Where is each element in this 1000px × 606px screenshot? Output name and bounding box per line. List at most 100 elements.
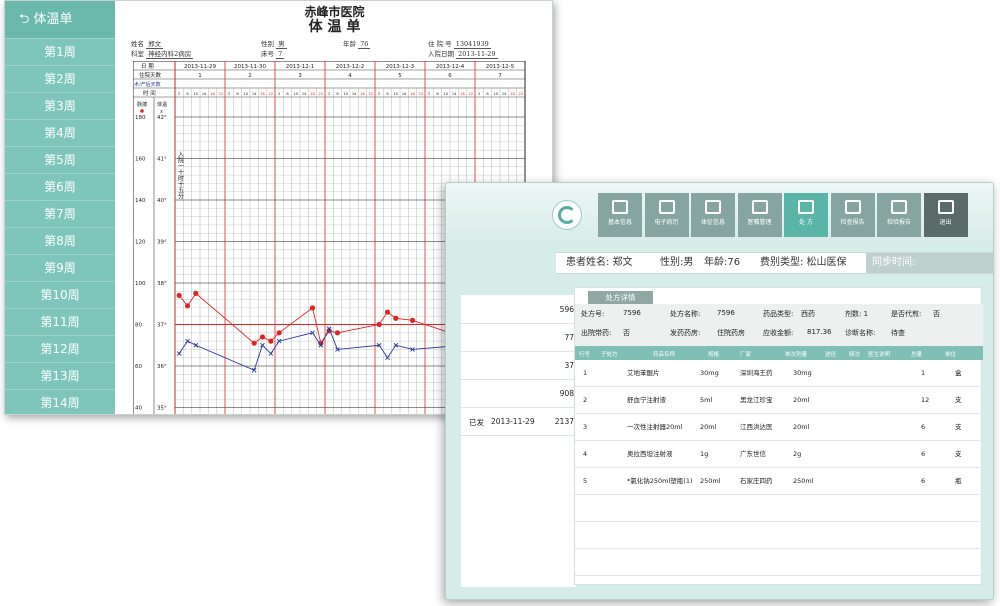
table-row[interactable]: 4 奥拉西坦注射液 1g 广东世信 2g 6 支	[575, 441, 983, 468]
time-slot-label: 18	[310, 92, 315, 96]
day-label: 4	[348, 73, 352, 79]
table-row[interactable]: 2 舒血宁注射液 5ml 黑龙江珍宝 20ml 12 支	[575, 387, 983, 414]
back-arrow-icon: ⮌	[19, 12, 34, 27]
cell-name: 舒血宁注射液	[627, 396, 666, 404]
week-item[interactable]: 第4周	[5, 120, 115, 147]
prescription-info: 处方号: 7596 处方名称: 7596 药品类型: 西药 剂数: 1 是否代煎…	[575, 304, 983, 346]
temp-tick: 42°	[157, 115, 167, 121]
time-slot-label: 14	[452, 92, 457, 96]
column-header: 子处方	[601, 352, 618, 358]
time-slot-label: 6	[436, 92, 439, 96]
day-label: 3	[298, 73, 302, 79]
toolbar-label: 处 方	[799, 219, 813, 226]
patient-sex: 性别 男	[261, 40, 287, 49]
toolbar-label: 电子病历	[654, 219, 679, 226]
back-button[interactable]: ⮌ 体温单	[5, 1, 115, 39]
cell-maker: 石家庄四药	[740, 477, 773, 485]
cell-spec: 1g	[700, 450, 709, 458]
time-slot-label: 18	[510, 92, 515, 96]
time-slot-label: 18	[410, 92, 415, 96]
pulse-tick: 180	[135, 115, 146, 121]
toolbar-button[interactable]: 医嘱管理	[737, 193, 782, 237]
list-item[interactable]: 37	[461, 351, 576, 380]
pulse-point	[384, 309, 391, 315]
time-slot-label: 2	[278, 92, 280, 96]
week-item[interactable]: 第12周	[5, 336, 115, 363]
week-item[interactable]: 第3周	[5, 93, 115, 120]
patient-bed: 床号 7	[261, 50, 285, 59]
time-slot-label: 22	[419, 92, 424, 96]
date-label: 2013-12-3	[386, 64, 415, 70]
time-slot-label: 10	[194, 92, 199, 96]
time-slot-label: 18	[460, 92, 465, 96]
row-label: 住院天数	[139, 71, 162, 79]
toolbar-button[interactable]: 基本信息	[598, 193, 642, 237]
cell-dose: 30mg	[793, 369, 812, 377]
toolbar-button[interactable]: 检验报告	[877, 193, 921, 237]
tab-prescription-detail[interactable]: 处方详情	[588, 291, 653, 307]
table-row[interactable]: 5 *氯化钠250ml塑瓶(1) 250ml 石家庄四药 250ml 6 瓶	[575, 468, 983, 495]
week-item[interactable]: 第6周	[5, 174, 115, 201]
time-slot-label: 22	[369, 92, 374, 96]
toolbar-button[interactable]: 体征信息	[691, 193, 735, 237]
sliders-icon	[705, 200, 721, 214]
row-label: 体温	[157, 101, 167, 108]
list-item[interactable]: 908	[461, 379, 576, 408]
prescription-list: 596 77 37 908 已发 2013-11-29 2137	[461, 295, 576, 587]
column-header: 医生说明	[868, 352, 891, 358]
list-item[interactable]: 77	[461, 323, 576, 352]
rx-name-label: 处方名称:	[670, 310, 701, 318]
pulse-tick: 160	[135, 157, 146, 163]
list-item[interactable]: 596	[461, 295, 576, 324]
cell-no: 1	[583, 369, 588, 377]
toolbar-button[interactable]: 处 方	[784, 193, 828, 237]
date-label: 2013-12-4	[436, 64, 465, 70]
discharge-value: 否	[623, 329, 630, 337]
week-item[interactable]: 第10周	[5, 282, 115, 309]
time-slot-label: 22	[319, 92, 324, 96]
table-row[interactable]: 3 一次性注射器20ml 20ml 江西洪达医 20ml 6 支	[575, 414, 983, 441]
time-slot-label: 10	[494, 92, 499, 96]
toolbar: 基本信息 电子病历 体征信息 医嘱管理 处 方 检查报告 检验报告 退出	[446, 183, 993, 241]
week-item[interactable]: 第1周	[5, 39, 115, 66]
week-item[interactable]: 第14周	[5, 390, 115, 414]
cell-name: 艾地苯醌片	[627, 369, 660, 377]
amount-label: 应收金额:	[763, 329, 794, 337]
list-item-date: 2013-11-29	[491, 417, 535, 426]
sync-time: 同步时间:	[866, 253, 993, 273]
pulse-tick: 100	[135, 281, 146, 287]
time-slot-label: 22	[219, 92, 224, 96]
amount-value: 817.36	[807, 328, 832, 336]
week-item[interactable]: 第11周	[5, 309, 115, 336]
list-item[interactable]: 已发 2013-11-29 2137	[461, 407, 576, 436]
refresh-icon[interactable]	[552, 200, 582, 230]
cell-no: 2	[583, 396, 588, 404]
cell-no: 3	[583, 423, 588, 431]
pharmacy-value: 住院药房	[717, 329, 745, 337]
pulse-tick: 120	[135, 240, 146, 246]
week-item[interactable]: 第8周	[5, 228, 115, 255]
time-slot-label: 2	[178, 92, 180, 96]
week-item[interactable]: 第5周	[5, 147, 115, 174]
time-slot-label: 22	[269, 92, 274, 96]
toolbar-button[interactable]: 检查报告	[830, 193, 875, 237]
column-header: 行号	[579, 352, 591, 358]
week-item[interactable]: 第7周	[5, 201, 115, 228]
week-item[interactable]: 第13周	[5, 363, 115, 390]
sheet-title: 体 温 单	[308, 19, 361, 35]
cell-maker: 广东世信	[740, 450, 766, 458]
cell-unit: 支	[955, 423, 962, 431]
week-item[interactable]: 第9周	[5, 255, 115, 282]
inpatient-number: 住 院 号 13041939	[428, 40, 491, 49]
week-item[interactable]: 第2周	[5, 66, 115, 93]
cell-maker: 深圳海王药	[740, 369, 773, 377]
toolbar-button[interactable]: 退出	[923, 193, 968, 237]
pulse-point	[376, 321, 382, 328]
time-slot-label: 10	[244, 92, 249, 96]
pulse-tick: 40	[135, 406, 142, 412]
pulse-point	[409, 317, 416, 323]
toolbar-button[interactable]: 电子病历	[644, 193, 689, 237]
rx-no-label: 处方号:	[581, 310, 605, 318]
table-row[interactable]: 1 艾地苯醌片 30mg 深圳海王药 30mg 1 盒	[575, 360, 983, 387]
toolbar-label: 检查报告	[840, 219, 865, 226]
